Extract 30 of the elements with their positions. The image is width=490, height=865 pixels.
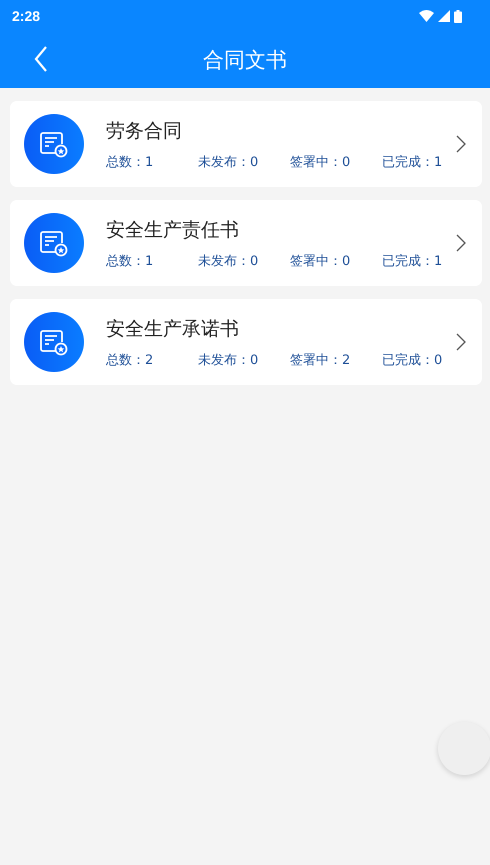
back-icon[interactable] (34, 46, 48, 72)
contract-card[interactable]: 劳务合同 总数：1 未发布：0 签署中：0 已完成：1 (10, 101, 482, 187)
contract-title: 安全生产承诺书 (106, 316, 240, 342)
chevron-right-icon (456, 333, 466, 351)
document-icon (24, 114, 84, 174)
stat-count: 已完成：1 (382, 252, 442, 270)
contract-title: 劳务合同 (106, 118, 183, 144)
stat-count: 已完成：0 (382, 352, 442, 368)
stat-count: 未发布：0 (198, 252, 260, 270)
stat-count: 签署中：0 (290, 154, 352, 170)
page-title: 合同文书 (203, 47, 287, 74)
contract-title: 安全生产责任书 (106, 218, 240, 242)
chevron-right-icon (456, 234, 466, 252)
wifi-icon (419, 10, 434, 22)
stat-count: 签署中：2 (290, 352, 352, 368)
stat-count: 总数：2 (106, 352, 154, 368)
document-icon (24, 213, 84, 273)
stat-count: 未发布：0 (198, 154, 260, 170)
document-icon (24, 312, 84, 372)
stat-count: 总数：1 (106, 252, 154, 270)
chevron-right-icon (456, 135, 466, 153)
stat-count: 未发布：0 (198, 352, 260, 368)
contract-card[interactable]: 安全生产责任书 总数：1 未发布：0 签署中：0 已完成：1 (10, 200, 482, 286)
contract-card[interactable]: 安全生产承诺书 总数：2 未发布：0 签署中：2 已完成：0 (10, 299, 482, 385)
status-time: 2:28 (12, 8, 40, 24)
stat-count: 签署中：0 (290, 252, 352, 270)
stat-count: 已完成：1 (382, 154, 442, 170)
signal-icon (438, 10, 450, 22)
battery-icon (454, 10, 462, 22)
stat-count: 总数：1 (106, 154, 154, 170)
